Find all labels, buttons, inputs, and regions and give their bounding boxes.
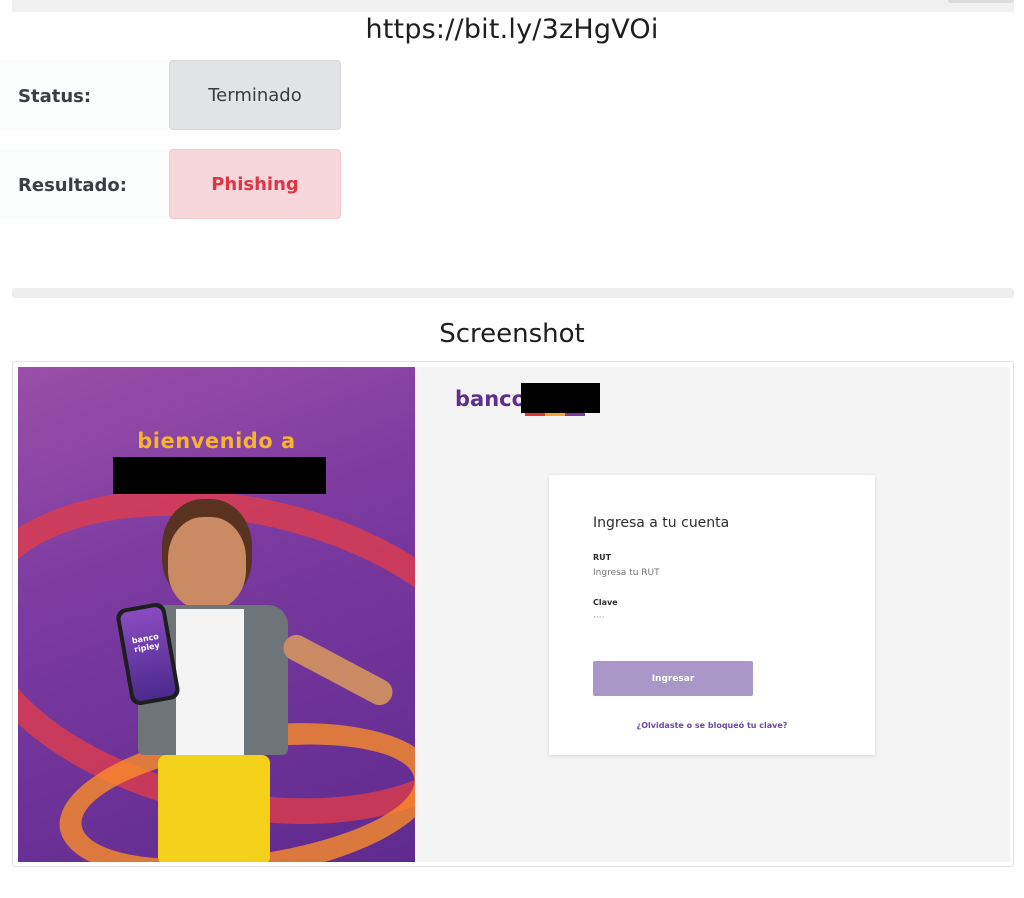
person-pants	[158, 755, 270, 862]
top-strip	[12, 0, 1014, 12]
clave-input[interactable]	[593, 611, 833, 625]
ingresar-button[interactable]: Ingresar	[593, 661, 753, 696]
brand-logo-text: banco	[455, 387, 527, 411]
promo-banner: bienvenido a banco ripley	[18, 367, 415, 862]
status-value: Terminado	[169, 60, 341, 130]
person-head	[168, 517, 246, 609]
screenshot-title: Screenshot	[439, 319, 585, 349]
brand-bar-red	[525, 413, 545, 416]
person-tee	[176, 609, 244, 759]
rut-input[interactable]	[593, 566, 833, 580]
top-strip-tab	[948, 0, 1014, 3]
login-card: Ingresa a tu cuenta RUT Clave Ingresar ¿…	[549, 475, 875, 755]
promo-welcome-text: bienvenido a	[137, 429, 296, 453]
section-divider	[12, 288, 1014, 298]
result-label: Resultado:	[18, 175, 127, 196]
status-label: Status:	[18, 86, 92, 107]
login-title: Ingresa a tu cuenta	[593, 515, 730, 531]
login-panel: banco Ingresa a tu cuenta RUT Clave Ingr…	[415, 367, 1010, 862]
brand-color-bar	[525, 413, 585, 416]
brand-bar-orange	[545, 413, 565, 416]
rut-label: RUT	[593, 553, 612, 562]
brand-bar-purple	[565, 413, 585, 416]
clave-label: Clave	[593, 598, 618, 607]
scanned-url: https://bit.ly/3zHgVOi	[365, 14, 659, 45]
forgot-password-link[interactable]: ¿Olvidaste o se bloqueó tu clave?	[549, 721, 875, 730]
screenshot-image: bienvenido a banco ripley banco Ingresa …	[18, 367, 1010, 862]
screenshot-frame: bienvenido a banco ripley banco Ingresa …	[12, 361, 1014, 867]
brand-redaction-bar	[521, 383, 600, 413]
redaction-bar	[113, 457, 326, 494]
result-value: Phishing	[169, 149, 341, 219]
